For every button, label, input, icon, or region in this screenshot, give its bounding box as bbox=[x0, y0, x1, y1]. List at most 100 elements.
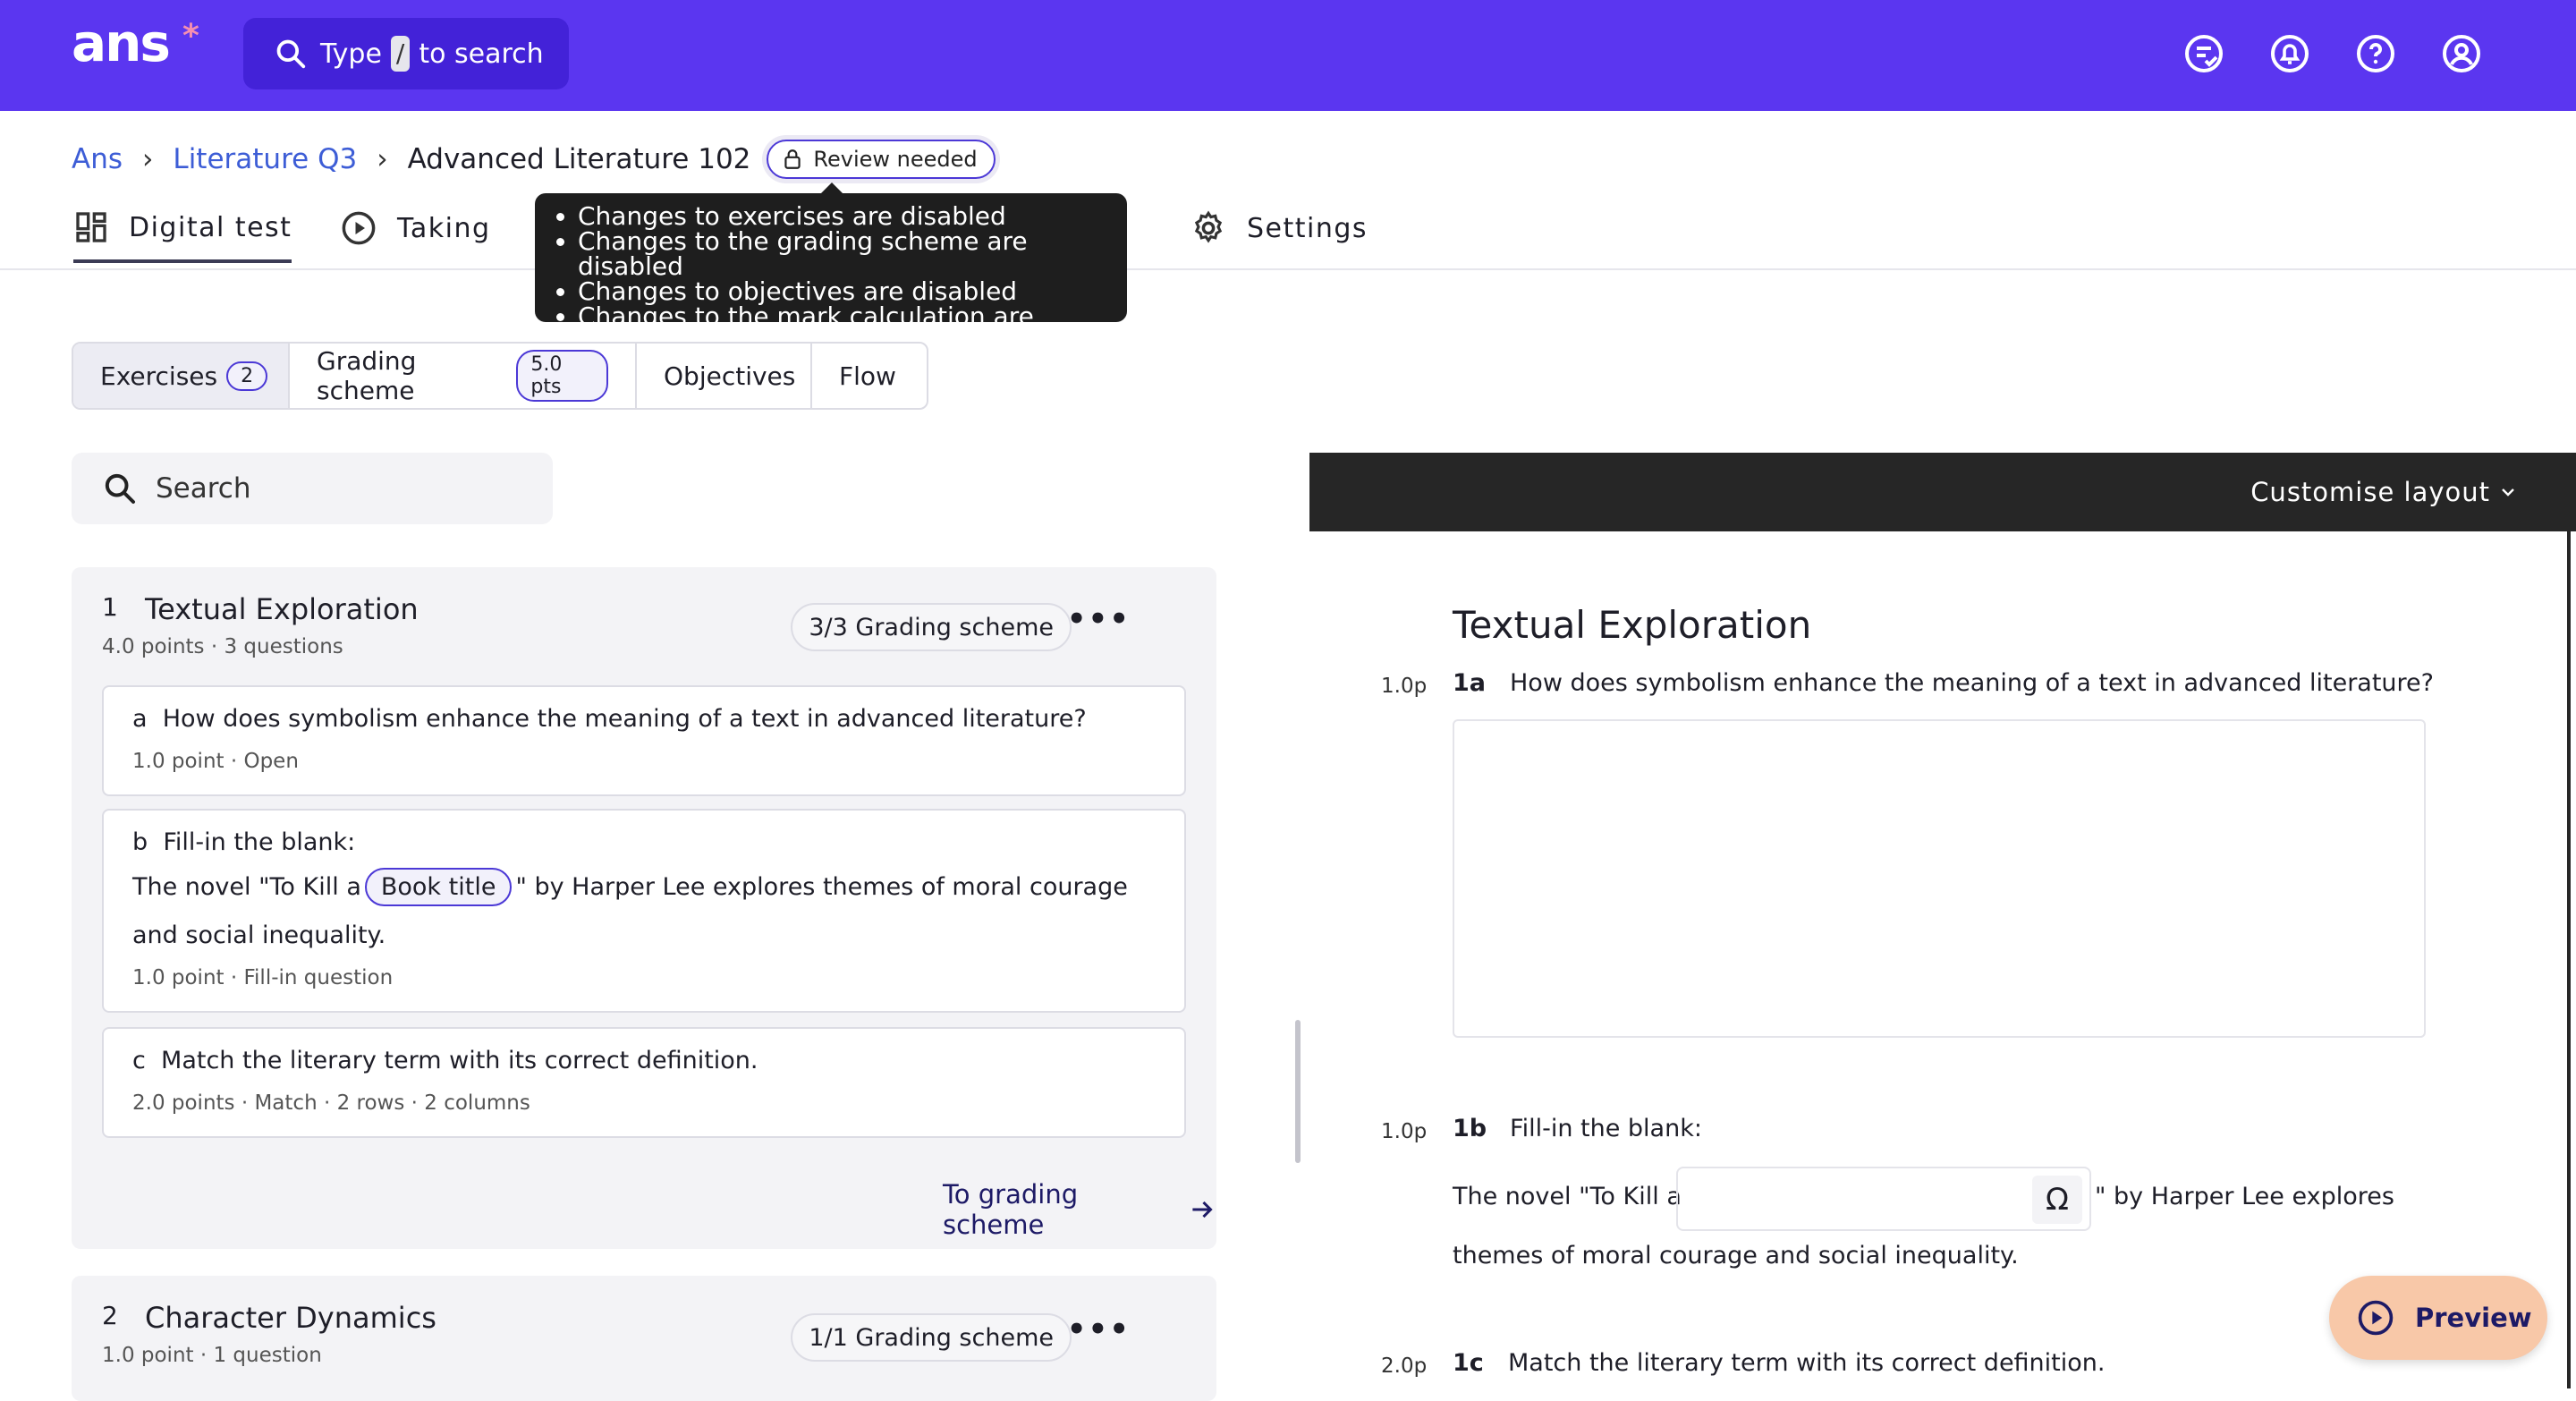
search-icon bbox=[105, 473, 135, 504]
search-placeholder: Search bbox=[156, 472, 251, 505]
play-circle-icon bbox=[2358, 1300, 2394, 1336]
question-item[interactable]: c Match the literary term with its corre… bbox=[102, 1027, 1186, 1138]
special-characters-icon[interactable]: Ω bbox=[2032, 1176, 2082, 1224]
question-number: 1a bbox=[1453, 669, 1487, 697]
exercise-number: 2 bbox=[102, 1301, 118, 1330]
fill-text-line2: themes of moral courage and social inequ… bbox=[1453, 1242, 2019, 1269]
search-prefix: Type bbox=[320, 38, 382, 70]
chevron-right-icon: › bbox=[377, 143, 388, 175]
breadcrumb: Ans › Literature Q3 › Advanced Literatur… bbox=[72, 140, 996, 179]
tooltip-item: Changes to exercises are disabled bbox=[578, 204, 1109, 229]
tooltip-arrow bbox=[821, 183, 843, 193]
blank-answer-pill: Book title bbox=[364, 868, 513, 906]
breadcrumb-literature[interactable]: Literature Q3 bbox=[173, 143, 357, 175]
preview-button-label: Preview bbox=[2415, 1303, 2532, 1333]
question-points: 1.0p bbox=[1381, 1120, 1428, 1143]
notifications-icon[interactable] bbox=[2268, 32, 2311, 75]
grading-scheme-button[interactable]: 1/1 Grading scheme bbox=[791, 1313, 1072, 1362]
arrow-right-icon bbox=[1192, 1201, 1213, 1218]
fill-blank-input[interactable]: Ω bbox=[1676, 1167, 2091, 1231]
tab-exercises[interactable]: Exercises 2 bbox=[73, 344, 290, 408]
search-shortcut-key: / bbox=[390, 36, 411, 72]
logo-star: * bbox=[182, 18, 199, 55]
question-points: 1.0p bbox=[1381, 675, 1428, 698]
breadcrumb-ans[interactable]: Ans bbox=[72, 143, 123, 175]
question-title: a How does symbolism enhance the meaning… bbox=[132, 705, 1087, 733]
tab-settings[interactable]: Settings bbox=[1190, 209, 1368, 247]
tab-digital-test[interactable]: Digital test bbox=[73, 209, 292, 263]
question-text: How does symbolism enhance the meaning o… bbox=[162, 705, 1087, 733]
more-options-icon[interactable]: ••• bbox=[1067, 601, 1131, 637]
question-points: 2.0p bbox=[1381, 1354, 1428, 1378]
tab-label: Taking bbox=[397, 212, 491, 244]
help-icon[interactable] bbox=[2354, 32, 2397, 75]
exercise-card[interactable]: 2 Character Dynamics 1.0 point · 1 quest… bbox=[72, 1276, 1216, 1401]
points-badge: 5.0 pts bbox=[516, 350, 608, 402]
search-icon bbox=[276, 39, 306, 69]
link-label: To grading scheme bbox=[943, 1179, 1079, 1240]
question-item[interactable]: b Fill-in the blank: The novel "To Kill … bbox=[102, 809, 1186, 1013]
exercise-title: Character Dynamics bbox=[145, 1301, 436, 1335]
preview-header: Customise layout bbox=[1309, 453, 2576, 531]
preview-panel: Textual Exploration 1.0p 1a How does sym… bbox=[1309, 531, 2571, 1388]
exercise-number: 1 bbox=[102, 592, 118, 622]
fill-text-line2: and social inequality. bbox=[132, 921, 386, 949]
question-meta: 1.0 point · Fill-in question bbox=[132, 966, 394, 989]
panel-resize-handle[interactable] bbox=[1295, 1020, 1301, 1163]
segment-label: Grading scheme bbox=[317, 346, 417, 405]
question-letter: a bbox=[132, 705, 148, 733]
feedback-icon[interactable] bbox=[2182, 32, 2225, 75]
segment-label: Exercises bbox=[100, 361, 218, 391]
main-tabs: Digital test Taking Settings bbox=[0, 193, 2576, 270]
page-title: Advanced Literature 102 bbox=[407, 143, 751, 175]
question-meta: 1.0 point · Open bbox=[132, 750, 299, 773]
top-bar: ans * Type / to search bbox=[0, 0, 2576, 111]
question-title: c Match the literary term with its corre… bbox=[132, 1047, 758, 1074]
exercise-title: Textual Exploration bbox=[145, 592, 419, 626]
chevron-down-icon[interactable] bbox=[2497, 481, 2519, 503]
more-options-icon[interactable]: ••• bbox=[1067, 1312, 1131, 1347]
question-letter: c bbox=[132, 1047, 146, 1074]
question-title: b Fill-in the blank: bbox=[132, 828, 355, 856]
review-tooltip: Changes to exercises are disabled Change… bbox=[535, 193, 1127, 354]
section-tabs: Exercises 2 Grading scheme 5.0 pts Objec… bbox=[72, 342, 928, 410]
review-needed-badge[interactable]: Review needed bbox=[767, 140, 996, 179]
search-suffix: to search bbox=[419, 38, 544, 70]
tab-objectives[interactable]: Objectives bbox=[637, 344, 812, 408]
grading-scheme-button[interactable]: 3/3 Grading scheme bbox=[791, 603, 1072, 651]
tab-grading-scheme[interactable]: Grading scheme 5.0 pts bbox=[290, 344, 637, 408]
exercise-card[interactable]: 1 Textual Exploration 4.0 points · 3 que… bbox=[72, 567, 1216, 1249]
customise-layout-button[interactable]: Customise layout bbox=[2250, 477, 2490, 507]
preview-button[interactable]: Preview bbox=[2329, 1276, 2547, 1360]
question-number: 1c bbox=[1453, 1349, 1484, 1377]
exercise-meta: 1.0 point · 1 question bbox=[102, 1344, 322, 1367]
count-badge: 2 bbox=[226, 361, 268, 391]
fill-text-before: The novel "To Kill a bbox=[1453, 1183, 1682, 1210]
tab-taking[interactable]: Taking bbox=[340, 209, 491, 247]
exercise-meta: 4.0 points · 3 questions bbox=[102, 635, 343, 658]
account-icon[interactable] bbox=[2440, 32, 2483, 75]
question-text: Match the literary term with its correct… bbox=[161, 1047, 758, 1074]
chevron-right-icon: › bbox=[142, 143, 154, 175]
fill-text-before: The novel "To Kill a bbox=[132, 873, 361, 901]
fill-text-after: " by Harper Lee explores bbox=[2095, 1183, 2394, 1210]
tab-label: Digital test bbox=[129, 211, 292, 243]
logo[interactable]: ans bbox=[72, 13, 171, 73]
fill-text-after: " by Harper Lee explores themes of moral… bbox=[515, 873, 1128, 901]
question-item[interactable]: a How does symbolism enhance the meaning… bbox=[102, 685, 1186, 796]
tab-label: Settings bbox=[1247, 212, 1368, 244]
segment-label: Objectives bbox=[664, 361, 796, 391]
global-search[interactable]: Type / to search bbox=[243, 18, 569, 89]
to-grading-scheme-link[interactable]: To grading scheme bbox=[943, 1179, 1216, 1240]
tab-flow[interactable]: Flow bbox=[812, 344, 927, 408]
exercise-search-input[interactable]: Search bbox=[72, 453, 553, 524]
question-letter: b bbox=[132, 828, 148, 856]
grid-icon bbox=[76, 212, 106, 242]
open-answer-field[interactable] bbox=[1453, 719, 2426, 1038]
question-number: 1b bbox=[1453, 1115, 1487, 1142]
segment-label: Flow bbox=[839, 361, 896, 391]
play-circle-icon bbox=[342, 211, 376, 245]
tooltip-item: Changes to objectives are disabled bbox=[578, 279, 1109, 304]
gear-icon bbox=[1194, 210, 1223, 243]
question-meta: 2.0 points · Match · 2 rows · 2 columns bbox=[132, 1091, 530, 1115]
